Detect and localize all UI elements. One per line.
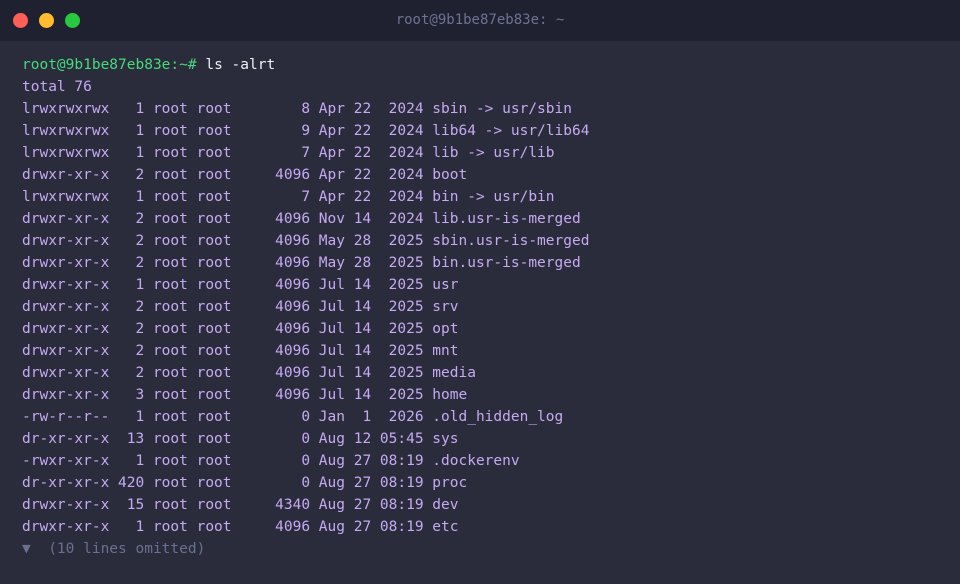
omitted-lines-toggle[interactable]: ▼ (10 lines omitted) (22, 538, 950, 560)
listing-row: drwxr-xr-x 1 root root 4096 Jul 14 2025 … (22, 277, 459, 293)
listing-row: drwxr-xr-x 2 root root 4096 Jul 14 2025 … (22, 321, 459, 337)
typed-command: ls -alrt (196, 57, 276, 73)
listing-row: drwxr-xr-x 1 root root 4096 Aug 27 08:19… (22, 519, 459, 535)
shell-prompt: root@9b1be87eb83e:~# (22, 57, 197, 73)
listing-row: drwxr-xr-x 3 root root 4096 Jul 14 2025 … (22, 387, 468, 403)
window-title: root@9b1be87eb83e: ~ (395, 12, 565, 28)
listing-row: lrwxrwxrwx 1 root root 8 Apr 22 2024 sbi… (22, 101, 572, 117)
title-bar[interactable]: root@9b1be87eb83e: ~ (0, 0, 960, 41)
listing-row: dr-xr-xr-x 420 root root 0 Aug 27 08:19 … (22, 475, 468, 491)
total-line: total 76 (22, 79, 92, 95)
listing-row: lrwxrwxrwx 1 root root 7 Apr 22 2024 bin… (22, 189, 555, 205)
listing-row: -rw-r--r-- 1 root root 0 Jan 1 2026 .old… (22, 409, 564, 425)
listing-row: lrwxrwxrwx 1 root root 9 Apr 22 2024 lib… (22, 123, 590, 139)
terminal-output[interactable]: root@9b1be87eb83e:~# ls -alrt total 76 l… (22, 54, 950, 560)
listing-row: drwxr-xr-x 2 root root 4096 Nov 14 2024 … (22, 211, 581, 227)
listing-row: drwxr-xr-x 2 root root 4096 May 28 2025 … (22, 233, 590, 249)
listing-row: drwxr-xr-x 2 root root 4096 Jul 14 2025 … (22, 343, 459, 359)
listing-row: drwxr-xr-x 2 root root 4096 Jul 14 2025 … (22, 365, 476, 381)
listing-row: dr-xr-xr-x 13 root root 0 Aug 12 05:45 s… (22, 431, 459, 447)
listing-row: drwxr-xr-x 2 root root 4096 Apr 22 2024 … (22, 167, 468, 183)
terminal-window: root@9b1be87eb83e: ~ root@9b1be87eb83e:~… (0, 0, 960, 584)
listing-row: drwxr-xr-x 2 root root 4096 May 28 2025 … (22, 255, 581, 271)
listing-row: drwxr-xr-x 2 root root 4096 Jul 14 2025 … (22, 299, 459, 315)
prompt-line: root@9b1be87eb83e:~# ls -alrt (22, 54, 950, 76)
listing-row: drwxr-xr-x 15 root root 4340 Aug 27 08:1… (22, 497, 459, 513)
directory-listing: lrwxrwxrwx 1 root root 8 Apr 22 2024 sbi… (22, 98, 950, 538)
listing-row: -rwxr-xr-x 1 root root 0 Aug 27 08:19 .d… (22, 453, 520, 469)
listing-row: lrwxrwxrwx 1 root root 7 Apr 22 2024 lib… (22, 145, 555, 161)
